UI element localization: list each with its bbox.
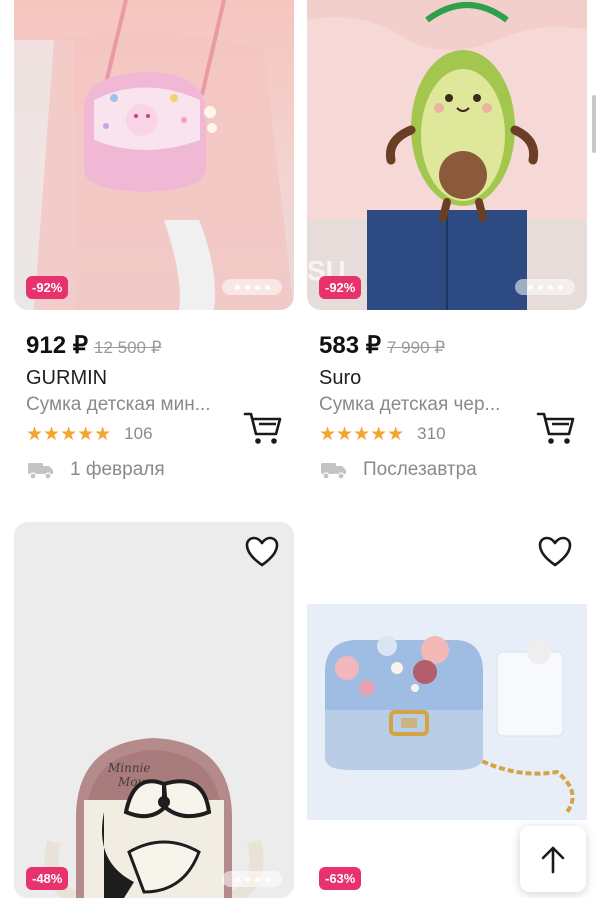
delivery-date: 1 февраля [70, 459, 165, 480]
old-price: 7 990 ₽ [386, 338, 446, 357]
delivery-info: 1 февраля [28, 459, 165, 481]
image-pagination-dots [222, 871, 282, 887]
truck-icon [28, 463, 53, 480]
svg-text:Minnie: Minnie [107, 761, 151, 775]
image-pagination-dots [222, 279, 282, 295]
rating-stars: ★★★★★ [319, 423, 405, 445]
current-price: 912 ₽ [26, 332, 88, 359]
product-brand[interactable]: Suro [319, 367, 361, 390]
discount-badge: -92% [319, 276, 362, 299]
current-price: 583 ₽ [319, 332, 381, 359]
heart-icon[interactable] [245, 536, 279, 568]
cart-icon[interactable] [536, 410, 576, 446]
rating-stars: ★★★★★ [26, 423, 112, 445]
product-description[interactable]: Сумка детская чер... [319, 394, 500, 416]
discount-badge: -63% [319, 867, 362, 890]
product-image-gurmin[interactable] [14, 0, 294, 310]
discount-badge: -92% [26, 276, 69, 299]
heart-icon[interactable] [538, 536, 572, 568]
product-description[interactable]: Сумка детская мин... [26, 394, 211, 416]
delivery-date: Послезавтра [363, 459, 477, 480]
rating-count: 106 [124, 424, 153, 443]
arrow-up-icon [541, 846, 565, 874]
product-price: 583 ₽ 7 990 ₽ [319, 331, 445, 360]
cart-icon[interactable] [243, 410, 283, 446]
scroll-to-top-button[interactable] [520, 826, 586, 892]
scrollbar[interactable] [592, 95, 596, 153]
product-rating: ★★★★★ 106 [26, 424, 153, 444]
delivery-info: Послезавтра [321, 459, 477, 481]
truck-icon [321, 463, 346, 480]
product-price: 912 ₽ 12 500 ₽ [26, 331, 162, 360]
old-price: 12 500 ₽ [93, 338, 162, 357]
discount-badge: -48% [26, 867, 69, 890]
product-brand[interactable]: GURMIN [26, 367, 107, 390]
product-rating: ★★★★★ 310 [319, 424, 446, 444]
product-image-minnie-bag[interactable]: Minnie Mouse [14, 522, 294, 898]
rating-count: 310 [417, 424, 446, 443]
image-pagination-dots [515, 279, 575, 295]
product-image-suro[interactable]: SU [307, 0, 587, 310]
